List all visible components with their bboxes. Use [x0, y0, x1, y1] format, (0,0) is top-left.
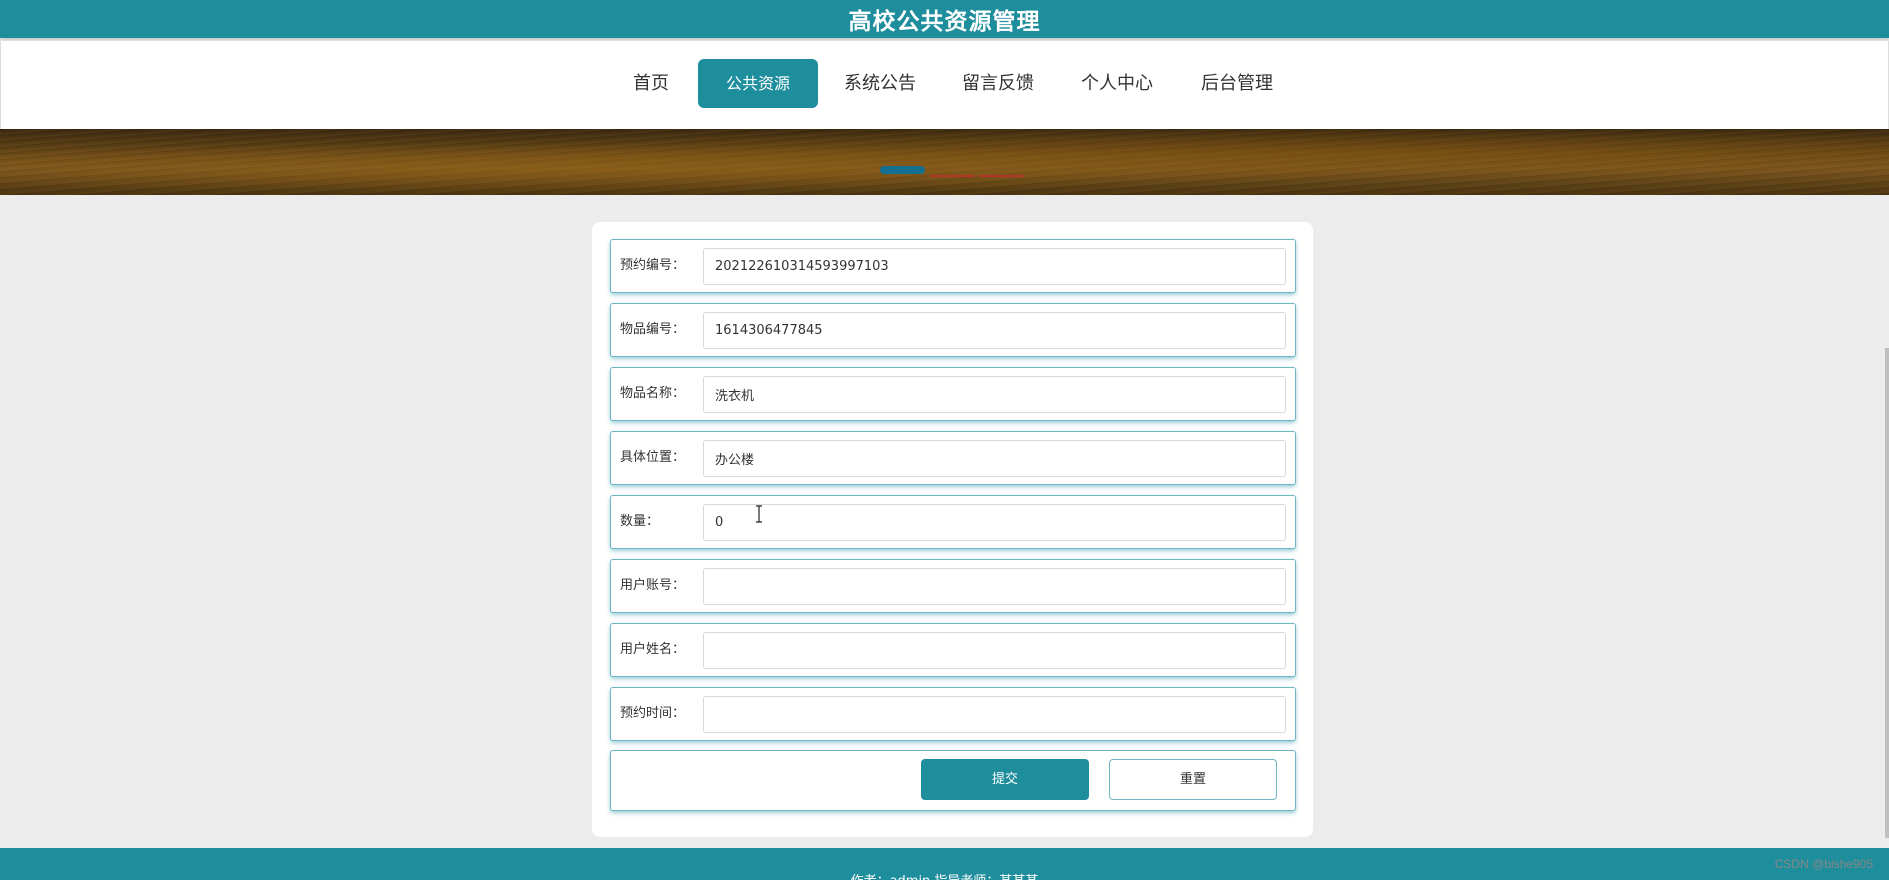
- form-row-user-account: 用户账号：: [610, 559, 1296, 613]
- item-no-input[interactable]: [703, 312, 1286, 349]
- nav-item-home[interactable]: 首页: [622, 59, 680, 108]
- reservation-no-input[interactable]: [703, 248, 1286, 285]
- form-row-item-no: 物品编号：: [610, 303, 1296, 357]
- form-row-reservation-no: 预约编号：: [610, 239, 1296, 293]
- carousel-dot-3[interactable]: [979, 175, 1024, 177]
- nav-item-personal-center[interactable]: 个人中心: [1073, 59, 1161, 108]
- quantity-input[interactable]: [703, 504, 1286, 541]
- nav-item-feedback[interactable]: 留言反馈: [954, 59, 1042, 108]
- nav-item-admin[interactable]: 后台管理: [1193, 59, 1281, 108]
- reservation-time-input[interactable]: [703, 696, 1286, 733]
- carousel-dot-2[interactable]: [930, 175, 975, 177]
- form-row-quantity: 数量：: [610, 495, 1296, 549]
- form-actions: 提交 重置: [610, 750, 1296, 811]
- item-name-input[interactable]: [703, 376, 1286, 413]
- location-input[interactable]: [703, 440, 1286, 477]
- form-row-location: 具体位置：: [610, 431, 1296, 485]
- form-row-item-name: 物品名称：: [610, 367, 1296, 421]
- footer-text: 作者：admin 指导老师：某某某: [0, 870, 1889, 880]
- nav-item-public-resources[interactable]: 公共资源: [698, 59, 818, 108]
- user-account-label: 用户账号：: [620, 578, 686, 593]
- reservation-time-label: 预约时间：: [620, 706, 686, 721]
- user-name-input[interactable]: [703, 632, 1286, 669]
- page-footer: 作者：admin 指导老师：某某某: [0, 848, 1889, 880]
- user-account-input[interactable]: [703, 568, 1286, 605]
- submit-button[interactable]: 提交: [921, 759, 1089, 800]
- reset-button[interactable]: 重置: [1109, 759, 1277, 800]
- form-row-user-name: 用户姓名：: [610, 623, 1296, 677]
- text-cursor-icon: [756, 505, 762, 523]
- watermark-text: CSDN @bishe905: [1774, 857, 1873, 871]
- carousel-banner: [0, 129, 1889, 195]
- top-header-bar: 高校公共资源管理: [0, 0, 1889, 38]
- location-label: 具体位置：: [620, 450, 686, 465]
- item-no-label: 物品编号：: [620, 322, 686, 337]
- reservation-no-label: 预约编号：: [620, 258, 686, 273]
- form-row-reservation-time: 预约时间：: [610, 687, 1296, 741]
- item-name-label: 物品名称：: [620, 386, 686, 401]
- nav-item-announcements[interactable]: 系统公告: [836, 59, 924, 108]
- site-title: 高校公共资源管理: [848, 9, 1041, 35]
- scrollbar[interactable]: [1885, 348, 1889, 838]
- quantity-label: 数量：: [620, 514, 660, 529]
- carousel-dot-1[interactable]: [880, 166, 925, 174]
- user-name-label: 用户姓名：: [620, 642, 686, 657]
- main-navigation: 首页 公共资源 系统公告 留言反馈 个人中心 后台管理: [0, 41, 1889, 129]
